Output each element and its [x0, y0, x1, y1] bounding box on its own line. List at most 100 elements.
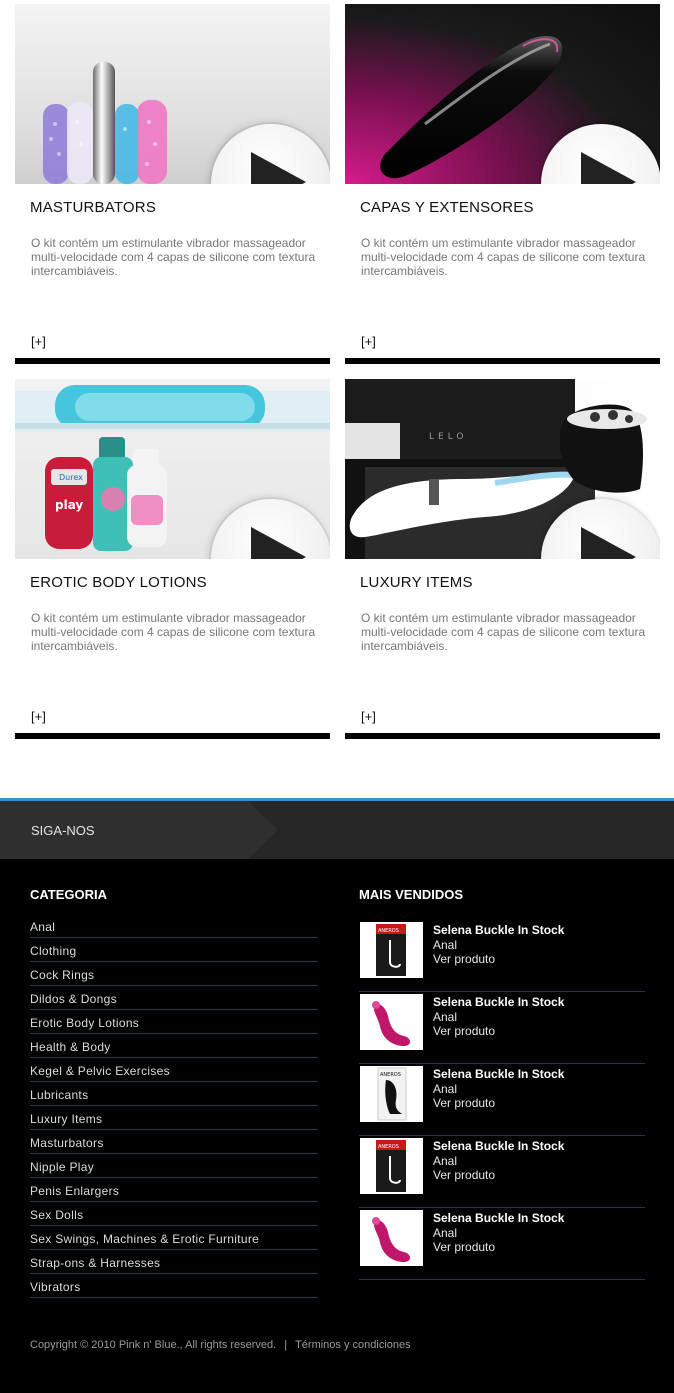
category-link-sex-swings[interactable]: Sex Swings, Machines & Erotic Furniture — [30, 1226, 318, 1246]
card-more-link[interactable]: [+] — [361, 334, 376, 349]
view-product-link[interactable]: Ver produto — [433, 1096, 495, 1110]
view-product-link[interactable]: Ver produto — [433, 1240, 495, 1254]
bestseller-item: ANEROS Selena Buckle In Stock Anal Ver p… — [359, 1064, 645, 1136]
lelo-logo: LELO — [429, 432, 467, 442]
card-title: MASTURBATORS — [30, 199, 157, 216]
category-link-penis-enlargers[interactable]: Penis Enlargers — [30, 1178, 318, 1198]
product-image-masturbators[interactable] — [15, 4, 330, 184]
category-link-clothing[interactable]: Clothing — [30, 938, 318, 958]
card-divider — [15, 358, 330, 364]
bestseller-item: ANEROS Selena Buckle In Stock Anal Ver p… — [359, 1136, 645, 1208]
category-link-lubricants[interactable]: Lubricants — [30, 1082, 318, 1102]
pink-toy-image — [372, 1217, 410, 1262]
category-link-strap-ons[interactable]: Strap-ons & Harnesses — [30, 1250, 318, 1270]
follow-us-bar: SIGA-NOS — [0, 801, 674, 859]
category-link-anal[interactable]: Anal — [30, 914, 318, 934]
aneros-logo: ANEROS — [378, 1144, 399, 1150]
play-label: play — [55, 498, 83, 512]
play-icon — [581, 527, 636, 559]
category-link-vibrators[interactable]: Vibrators — [30, 1274, 318, 1294]
bestseller-thumbnail[interactable]: ANEROS — [360, 1066, 423, 1122]
bestseller-name: Selena Buckle In Stock — [433, 923, 565, 937]
follow-arrow-shape — [0, 801, 278, 859]
aneros-box-image: ANEROS — [376, 1140, 406, 1192]
follow-us-label: SIGA-NOS — [31, 823, 95, 838]
terms-link[interactable]: Términos y condiciones — [295, 1339, 411, 1351]
category-link-cock-rings[interactable]: Cock Rings — [30, 962, 318, 982]
card-title: CAPAS Y EXTENSORES — [360, 199, 534, 216]
view-product-link[interactable]: Ver produto — [433, 1168, 495, 1182]
bestseller-category: Anal — [433, 1226, 458, 1240]
bestseller-name: Selena Buckle In Stock — [433, 1211, 565, 1225]
aneros-logo: ANEROS — [378, 928, 399, 934]
bestseller-name: Selena Buckle In Stock — [433, 1067, 565, 1081]
category-item: Cock Rings — [30, 962, 318, 986]
bestseller-category: Anal — [433, 938, 458, 952]
aneros-box-image: ANEROS — [376, 924, 406, 976]
product-card-body-lotions: Durex play EROTIC BODY LOTIONS O kit con… — [15, 379, 330, 739]
card-divider — [15, 733, 330, 739]
category-item: Sex Dolls — [30, 1202, 318, 1226]
category-list: Anal Clothing Cock Rings Dildos & Dongs … — [30, 914, 318, 1298]
bestseller-thumbnail[interactable]: ANEROS — [360, 1138, 423, 1194]
category-item: Penis Enlargers — [30, 1178, 318, 1202]
bestseller-name: Selena Buckle In Stock — [433, 995, 565, 1009]
card-more-link[interactable]: [+] — [31, 334, 46, 349]
bestseller-category: Anal — [433, 1154, 458, 1168]
category-link-health[interactable]: Health & Body — [30, 1034, 318, 1054]
site-footer: SIGA-NOS CATEGORIA Anal Clothing Cock Ri… — [0, 798, 674, 1393]
card-more-link[interactable]: [+] — [361, 709, 376, 724]
category-link-kegel[interactable]: Kegel & Pelvic Exercises — [30, 1058, 318, 1078]
category-item: Clothing — [30, 938, 318, 962]
bestsellers-heading: MAIS VENDIDOS — [359, 887, 464, 902]
card-description: O kit contém um estimulante vibrador mas… — [31, 611, 316, 653]
bestsellers-list: ANEROS Selena Buckle In Stock Anal Ver p… — [359, 920, 645, 1280]
category-link-nipple-play[interactable]: Nipple Play — [30, 1154, 318, 1174]
category-item: Vibrators — [30, 1274, 318, 1298]
card-description: O kit contém um estimulante vibrador mas… — [361, 611, 646, 653]
view-product-link[interactable]: Ver produto — [433, 952, 495, 966]
product-image-capas[interactable] — [345, 4, 660, 184]
bestseller-thumbnail[interactable] — [360, 1210, 423, 1266]
card-description: O kit contém um estimulante vibrador mas… — [31, 236, 316, 278]
bestseller-category: Anal — [433, 1010, 458, 1024]
bestseller-item: Selena Buckle In Stock Anal Ver produto — [359, 992, 645, 1064]
durex-label: Durex — [59, 473, 83, 482]
copyright-text: Copyright © 2010 Pink n' Blue., All righ… — [30, 1339, 277, 1351]
black-aneros-image: ANEROS — [377, 1067, 407, 1121]
card-title: EROTIC BODY LOTIONS — [30, 574, 207, 591]
card-divider — [345, 358, 660, 364]
product-image-luxury[interactable]: LELO — [345, 379, 660, 559]
bestseller-thumbnail[interactable] — [360, 994, 423, 1050]
category-item: Health & Body — [30, 1034, 318, 1058]
bestseller-item: ANEROS Selena Buckle In Stock Anal Ver p… — [359, 920, 645, 992]
bestseller-name: Selena Buckle In Stock — [433, 1139, 565, 1153]
category-link-sex-dolls[interactable]: Sex Dolls — [30, 1202, 318, 1222]
category-item: Nipple Play — [30, 1154, 318, 1178]
play-icon — [251, 152, 306, 184]
bestseller-item: Selena Buckle In Stock Anal Ver produto — [359, 1208, 645, 1280]
product-card-masturbators: MASTURBATORS O kit contém um estimulante… — [15, 4, 330, 364]
category-link-luxury[interactable]: Luxury Items — [30, 1106, 318, 1126]
card-description: O kit contém um estimulante vibrador mas… — [361, 236, 646, 278]
category-item: Strap-ons & Harnesses — [30, 1250, 318, 1274]
category-item: Kegel & Pelvic Exercises — [30, 1058, 318, 1082]
view-product-link[interactable]: Ver produto — [433, 1024, 495, 1038]
category-link-body-lotions[interactable]: Erotic Body Lotions — [30, 1010, 318, 1030]
card-more-link[interactable]: [+] — [31, 709, 46, 724]
bestseller-thumbnail[interactable]: ANEROS — [360, 922, 423, 978]
category-item: Anal — [30, 914, 318, 938]
aneros-logo: ANEROS — [380, 1072, 401, 1078]
category-heading: CATEGORIA — [30, 887, 108, 902]
product-image-body-lotions[interactable]: Durex play — [15, 379, 330, 559]
category-link-masturbators[interactable]: Masturbators — [30, 1130, 318, 1150]
category-item: Luxury Items — [30, 1106, 318, 1130]
copyright-bar: Copyright © 2010 Pink n' Blue., All righ… — [30, 1339, 411, 1351]
category-item: Erotic Body Lotions — [30, 1010, 318, 1034]
play-icon — [251, 527, 306, 559]
category-link-dildos[interactable]: Dildos & Dongs — [30, 986, 318, 1006]
card-divider — [345, 733, 660, 739]
product-card-capas: CAPAS Y EXTENSORES O kit contém um estim… — [345, 4, 660, 364]
card-title: LUXURY ITEMS — [360, 574, 473, 591]
category-item: Dildos & Dongs — [30, 986, 318, 1010]
